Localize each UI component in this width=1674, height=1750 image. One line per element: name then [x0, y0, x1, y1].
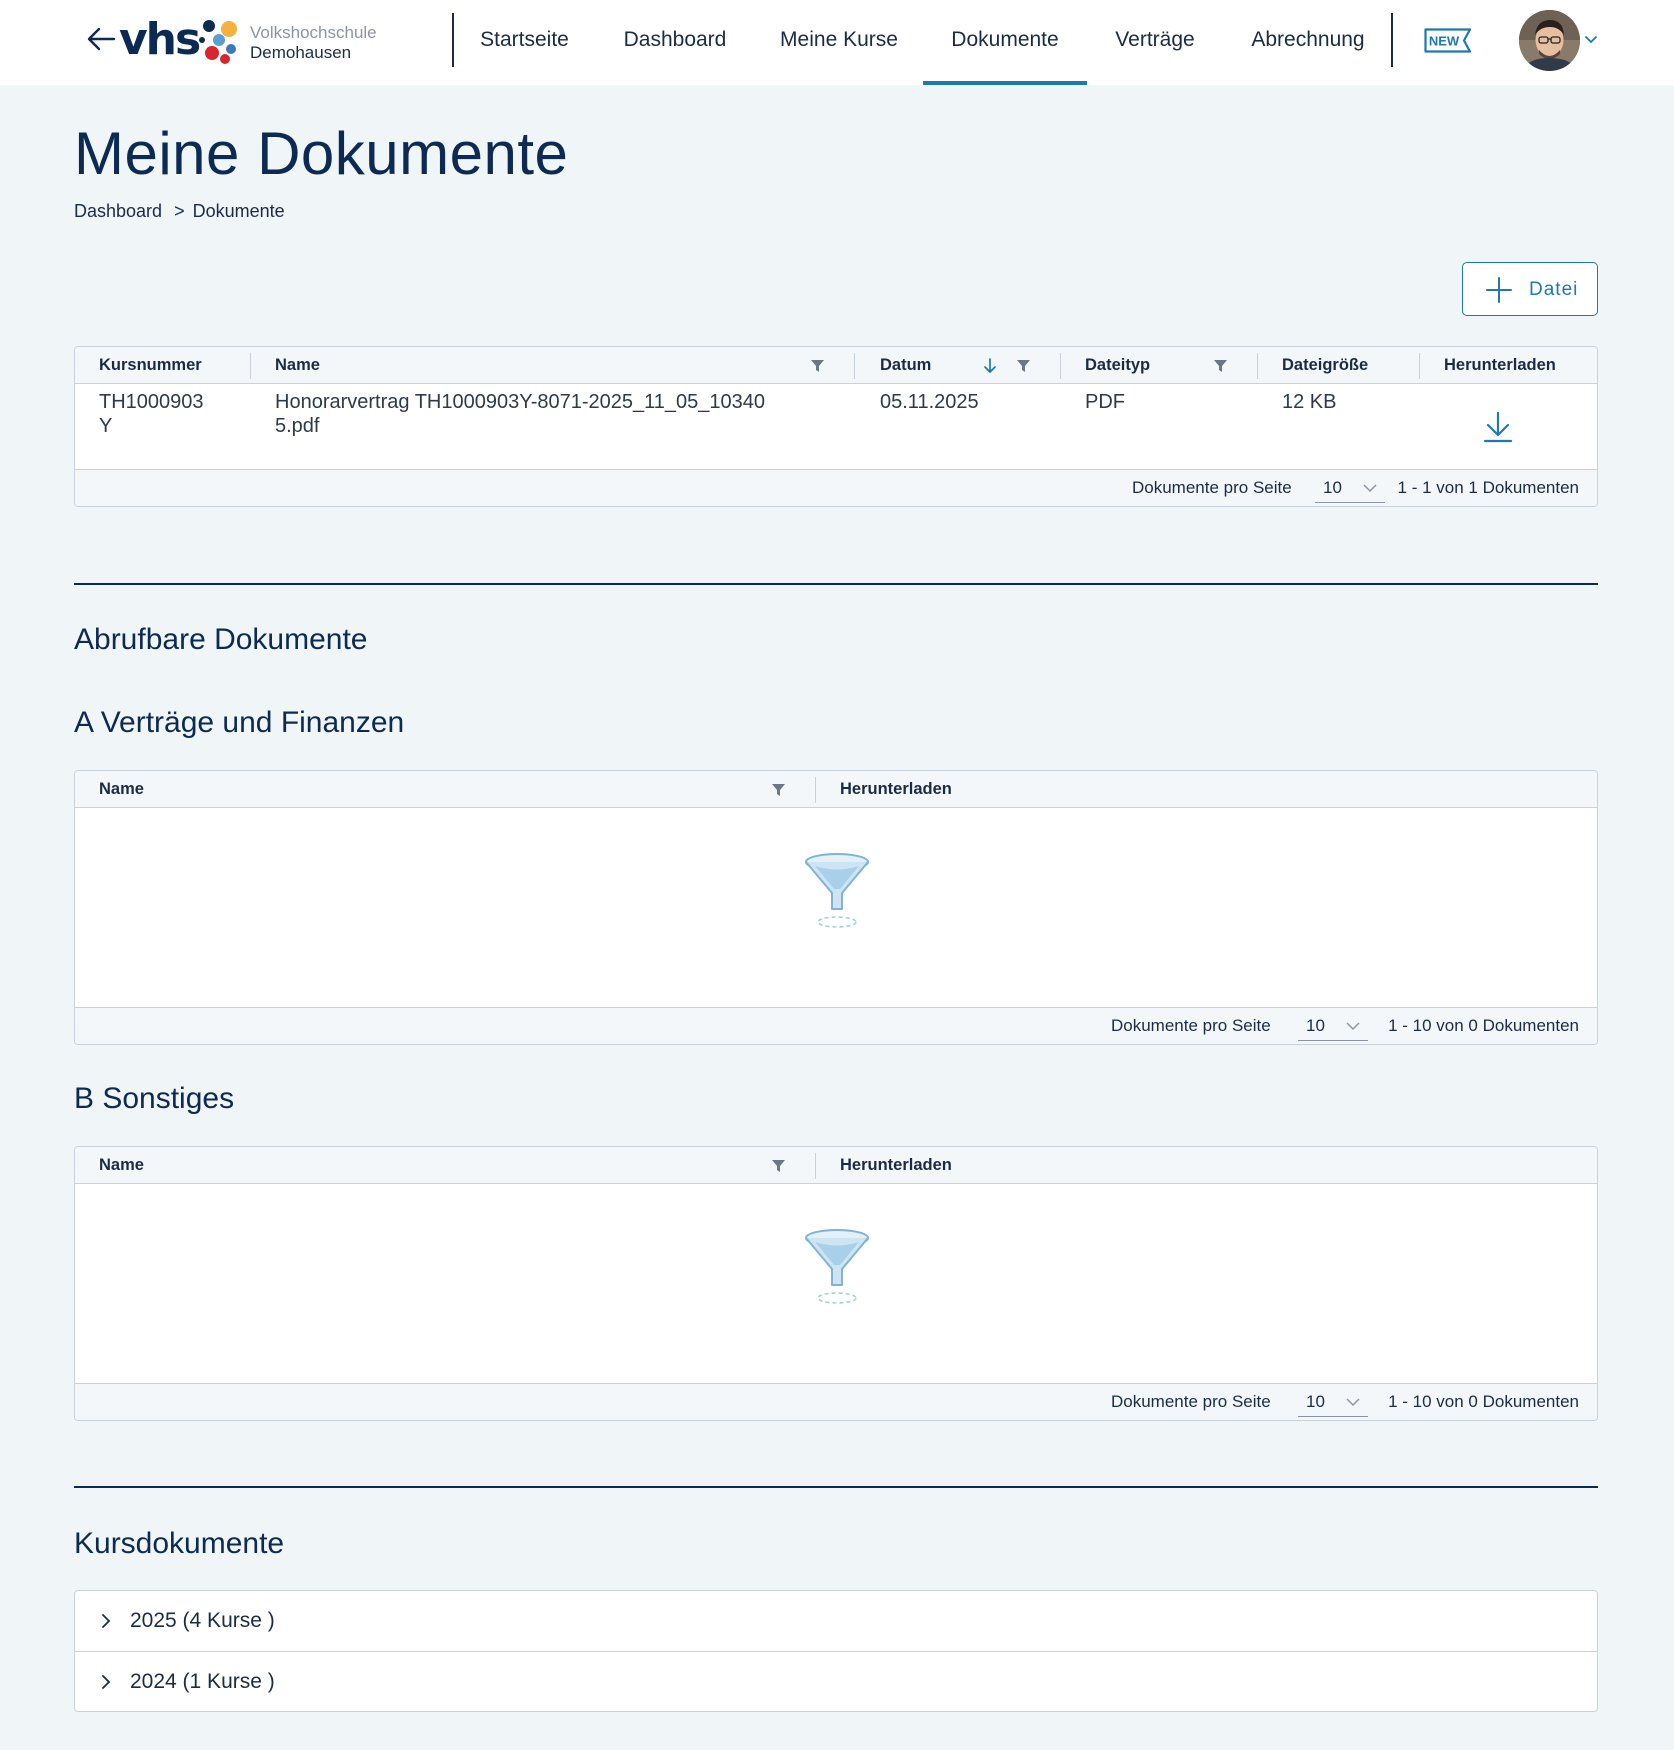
- table-header: Name Herunterladen: [75, 771, 1597, 808]
- available-documents-heading: Abrufbare Dokumente: [74, 623, 368, 656]
- plus-icon: [1486, 277, 1512, 303]
- cell-dateityp: PDF: [1085, 391, 1125, 413]
- logo-dots-icon: [199, 20, 237, 64]
- cell-datum: 05.11.2025: [880, 391, 979, 413]
- col-name[interactable]: Name: [275, 347, 320, 384]
- nav-startseite[interactable]: Startseite: [477, 0, 572, 85]
- cell-name: Honorarvertrag TH1000903Y-8071-2025_11_0…: [275, 391, 766, 437]
- column-resize-handle[interactable]: [1419, 353, 1420, 379]
- course-documents-heading: Kursdokumente: [74, 1527, 285, 1560]
- table-pagination: Dokumente pro Seite 10 1 - 1 von 1 Dokum…: [75, 469, 1597, 506]
- chevron-down-icon: [1346, 1398, 1360, 1407]
- nav-dashboard[interactable]: Dashboard: [620, 0, 730, 85]
- download-icon[interactable]: [1482, 410, 1514, 444]
- column-resize-handle[interactable]: [815, 1153, 816, 1179]
- course-years-accordion: 2025 (4 Kurse ) 2024 (1 Kurse ): [74, 1590, 1598, 1712]
- section-divider: [74, 583, 1598, 585]
- col-herunterladen: Herunterladen: [1444, 356, 1556, 374]
- table-header: Name Herunterladen: [75, 1147, 1597, 1184]
- page-size-select[interactable]: 10: [1298, 1012, 1368, 1041]
- table-pagination: Dokumente pro Seite 10 1 - 10 von 0 Doku…: [75, 1383, 1597, 1420]
- avatar[interactable]: [1519, 10, 1580, 71]
- filter-icon[interactable]: [771, 1159, 786, 1173]
- group-a-table: Name Herunterladen Dokumente pro Seite 1…: [74, 770, 1598, 1045]
- column-resize-handle[interactable]: [1257, 353, 1258, 379]
- accordion-label: 2025 (4 Kurse ): [130, 1609, 275, 1632]
- page-size-label: Dokumente pro Seite: [1111, 1392, 1271, 1411]
- table-pagination: Dokumente pro Seite 10 1 - 10 von 0 Doku…: [75, 1007, 1597, 1044]
- col-dateityp[interactable]: Dateityp: [1085, 347, 1150, 384]
- column-resize-handle[interactable]: [1060, 353, 1061, 379]
- add-file-label: Datei: [1529, 279, 1579, 300]
- group-b-heading: B Sonstiges: [74, 1082, 235, 1115]
- breadcrumb: Dashboard > Dokumente: [74, 200, 285, 222]
- col-dateigroesse[interactable]: Dateigröße: [1282, 347, 1368, 384]
- filter-icon[interactable]: [771, 783, 786, 797]
- chevron-down-icon: [1346, 1022, 1360, 1031]
- page-size-select[interactable]: 10: [1315, 474, 1385, 503]
- nav-divider: [452, 13, 454, 67]
- new-badge-icon[interactable]: NEW: [1424, 28, 1472, 53]
- chevron-down-icon: [1363, 484, 1377, 493]
- logo-text[interactable]: vhs: [119, 12, 201, 68]
- page-title: Meine Dokumente: [74, 120, 569, 187]
- new-badge-label: NEW: [1429, 34, 1460, 49]
- logo-subtitle-1: Volkshochschule: [250, 23, 377, 42]
- column-resize-handle[interactable]: [250, 353, 251, 379]
- column-resize-handle[interactable]: [854, 353, 855, 379]
- add-file-button[interactable]: Datei: [1462, 262, 1598, 316]
- page-size-label: Dokumente pro Seite: [1132, 478, 1292, 497]
- top-navigation-bar: vhs Volkshochschule Demohausen Startseit…: [0, 0, 1674, 85]
- chevron-down-icon[interactable]: [1583, 33, 1599, 47]
- col-herunterladen: Herunterladen: [840, 1156, 952, 1174]
- logo-subtitle-2: Demohausen: [250, 43, 352, 62]
- cell-dateigroesse: 12 KB: [1282, 391, 1337, 413]
- sort-descending-icon[interactable]: [983, 357, 997, 375]
- col-datum[interactable]: Datum: [880, 347, 931, 384]
- section-divider: [74, 1486, 1598, 1488]
- nav-abrechnung[interactable]: Abrechnung: [1247, 0, 1369, 85]
- my-documents-table: Kursnummer Name Datum Dateityp Dateigröß…: [74, 346, 1598, 507]
- accordion-label: 2024 (1 Kurse ): [130, 1670, 275, 1693]
- chevron-right-icon: [102, 1614, 111, 1628]
- column-resize-handle[interactable]: [815, 777, 816, 803]
- arrow-left-icon[interactable]: [86, 26, 116, 52]
- col-name[interactable]: Name: [99, 1147, 144, 1184]
- nav-vertraege[interactable]: Verträge: [1111, 0, 1199, 85]
- empty-funnel-icon: [805, 1229, 869, 1304]
- filter-icon[interactable]: [1213, 359, 1228, 373]
- page-count: 1 - 1 von 1 Dokumenten: [1397, 478, 1579, 497]
- filter-icon[interactable]: [1016, 359, 1031, 373]
- cell-kursnummer: TH1000903 Y: [99, 391, 204, 437]
- page-size-label: Dokumente pro Seite: [1111, 1016, 1271, 1035]
- accordion-item-2025[interactable]: 2025 (4 Kurse ): [75, 1591, 1597, 1651]
- accordion-item-2024[interactable]: 2024 (1 Kurse ): [75, 1651, 1597, 1711]
- page-count: 1 - 10 von 0 Dokumenten: [1388, 1016, 1579, 1035]
- col-kursnummer[interactable]: Kursnummer: [99, 347, 202, 384]
- col-name[interactable]: Name: [99, 771, 144, 808]
- group-a-heading: A Verträge und Finanzen: [74, 706, 405, 739]
- nav-divider-right: [1391, 13, 1393, 67]
- group-b-table: Name Herunterladen Dokumente pro Seite 1…: [74, 1146, 1598, 1421]
- nav-dokumente[interactable]: Dokumente: [923, 0, 1087, 85]
- filter-icon[interactable]: [810, 359, 825, 373]
- page-size-select[interactable]: 10: [1298, 1388, 1368, 1417]
- page-count: 1 - 10 von 0 Dokumenten: [1388, 1392, 1579, 1411]
- nav-meine-kurse[interactable]: Meine Kurse: [778, 0, 900, 85]
- breadcrumb-dashboard[interactable]: Dashboard: [74, 201, 162, 221]
- breadcrumb-dokumente[interactable]: Dokumente: [193, 201, 285, 221]
- breadcrumb-separator: >: [174, 201, 185, 221]
- empty-funnel-icon: [805, 853, 869, 928]
- chevron-right-icon: [102, 1675, 111, 1689]
- col-herunterladen: Herunterladen: [840, 780, 952, 798]
- table-header: Kursnummer Name Datum Dateityp Dateigröß…: [75, 347, 1597, 384]
- avatar-portrait: [1519, 10, 1580, 71]
